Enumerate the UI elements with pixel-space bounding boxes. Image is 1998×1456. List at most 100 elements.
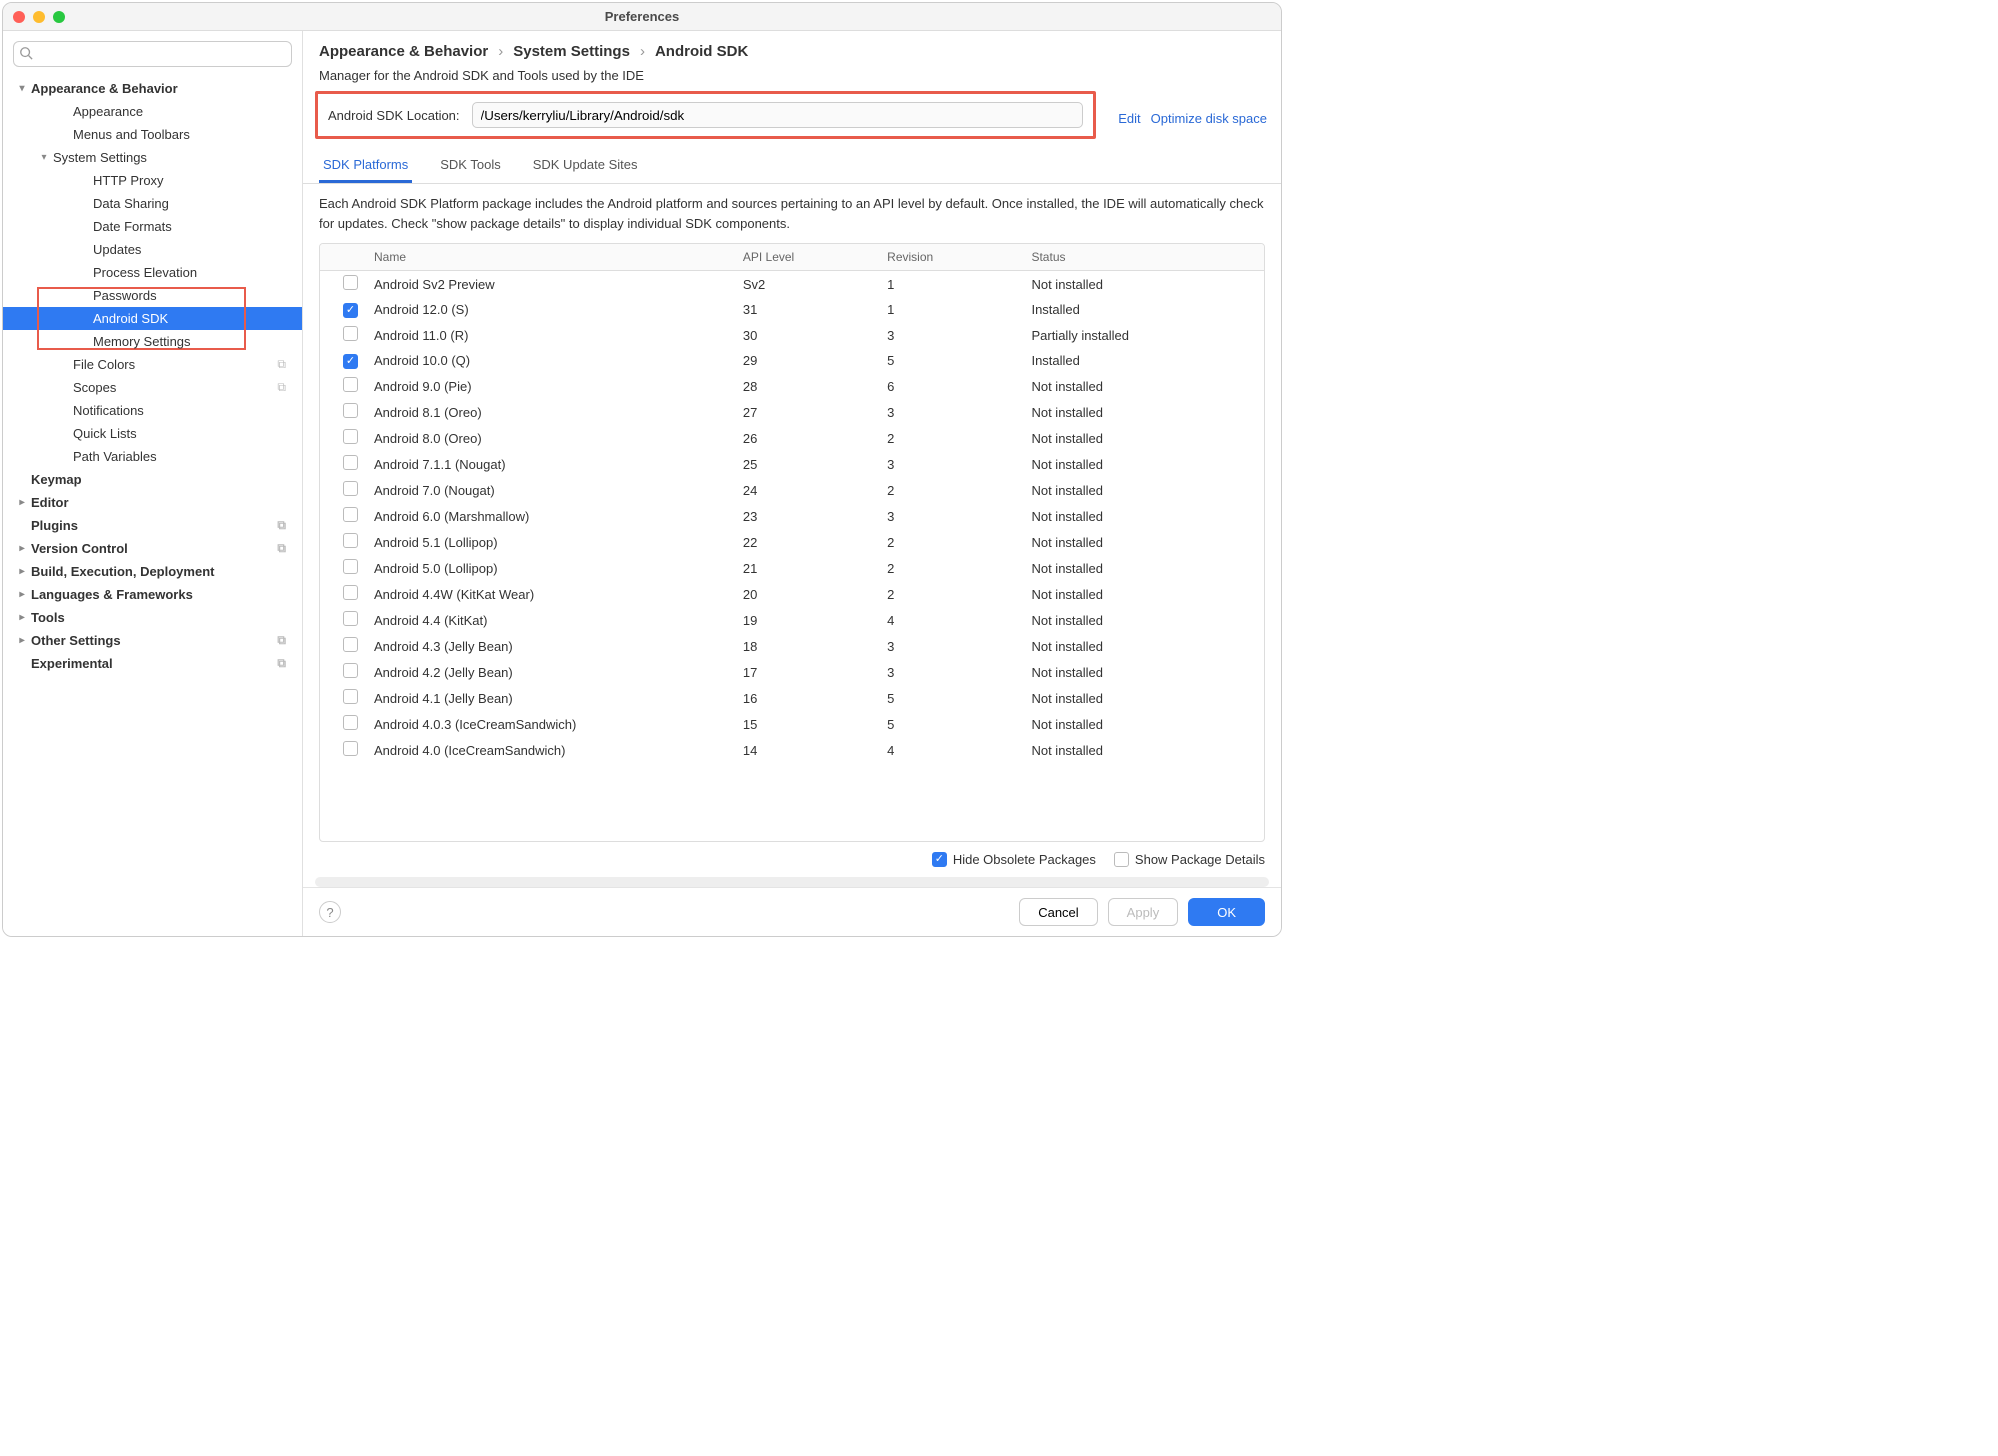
edit-link[interactable]: Edit: [1118, 111, 1140, 126]
checkbox-icon[interactable]: [343, 429, 358, 444]
chevron-right-icon[interactable]: ▸: [15, 612, 29, 623]
sidebar-item-version-control[interactable]: ▸Version Control⧉: [3, 537, 302, 560]
table-row[interactable]: Android 4.3 (Jelly Bean)183Not installed: [320, 633, 1264, 659]
sidebar-item-passwords[interactable]: Passwords: [3, 284, 302, 307]
table-row[interactable]: Android 5.0 (Lollipop)212Not installed: [320, 555, 1264, 581]
chevron-right-icon[interactable]: ▸: [15, 566, 29, 577]
tab-sdk-platforms[interactable]: SDK Platforms: [319, 149, 412, 183]
table-row[interactable]: Android 4.0.3 (IceCreamSandwich)155Not i…: [320, 711, 1264, 737]
cancel-button[interactable]: Cancel: [1019, 898, 1097, 926]
sidebar-item-data-sharing[interactable]: Data Sharing: [3, 192, 302, 215]
sidebar-item-date-formats[interactable]: Date Formats: [3, 215, 302, 238]
sidebar-item-file-colors[interactable]: File Colors⧉: [3, 353, 302, 376]
checkbox-icon[interactable]: [343, 741, 358, 756]
table-row[interactable]: Android 5.1 (Lollipop)222Not installed: [320, 529, 1264, 555]
tab-sdk-update-sites[interactable]: SDK Update Sites: [529, 149, 642, 183]
table-row[interactable]: Android 4.2 (Jelly Bean)173Not installed: [320, 659, 1264, 685]
sidebar-item-notifications[interactable]: Notifications: [3, 399, 302, 422]
checkbox-icon[interactable]: [343, 481, 358, 496]
sidebar-item-path-variables[interactable]: Path Variables: [3, 445, 302, 468]
checkbox-icon[interactable]: [343, 533, 358, 548]
table-row[interactable]: Android 9.0 (Pie)286Not installed: [320, 373, 1264, 399]
sidebar-tree[interactable]: ▾Appearance & BehaviorAppearanceMenus an…: [3, 77, 302, 936]
table-row[interactable]: Android 7.0 (Nougat)242Not installed: [320, 477, 1264, 503]
col-status[interactable]: Status: [1023, 244, 1264, 270]
apply-button[interactable]: Apply: [1108, 898, 1179, 926]
tabs: SDK Platforms SDK Tools SDK Update Sites: [303, 149, 1281, 184]
tab-sdk-tools[interactable]: SDK Tools: [436, 149, 504, 183]
chevron-down-icon[interactable]: ▾: [37, 152, 51, 163]
table-row[interactable]: Android 4.1 (Jelly Bean)165Not installed: [320, 685, 1264, 711]
checkbox-icon[interactable]: [343, 559, 358, 574]
col-api-level[interactable]: API Level: [735, 244, 879, 270]
table-body[interactable]: Android Sv2 PreviewSv21Not installedAndr…: [320, 271, 1264, 841]
col-revision[interactable]: Revision: [879, 244, 1023, 270]
table-row[interactable]: Android 4.0 (IceCreamSandwich)144Not ins…: [320, 737, 1264, 763]
crumb-1[interactable]: Appearance & Behavior: [319, 43, 488, 60]
checkbox-icon[interactable]: [343, 303, 358, 318]
sidebar-item-plugins[interactable]: Plugins⧉: [3, 514, 302, 537]
sidebar-item-keymap[interactable]: Keymap: [3, 468, 302, 491]
checkbox-icon[interactable]: [343, 275, 358, 290]
cell-api-level: 30: [735, 326, 879, 345]
table-row[interactable]: Android 4.4 (KitKat)194Not installed: [320, 607, 1264, 633]
sidebar-item-memory-settings[interactable]: Memory Settings: [3, 330, 302, 353]
checkbox-icon[interactable]: [343, 689, 358, 704]
table-row[interactable]: Android 7.1.1 (Nougat)253Not installed: [320, 451, 1264, 477]
sidebar-item-build-execution-deployment[interactable]: ▸Build, Execution, Deployment: [3, 560, 302, 583]
checkbox-icon[interactable]: [343, 663, 358, 678]
sidebar-item-tools[interactable]: ▸Tools: [3, 606, 302, 629]
chevron-right-icon[interactable]: ▸: [15, 497, 29, 508]
sidebar-item-menus-and-toolbars[interactable]: Menus and Toolbars: [3, 123, 302, 146]
sdk-location-input[interactable]: [472, 102, 1084, 128]
chevron-right-icon[interactable]: ▸: [15, 589, 29, 600]
hide-obsolete-checkbox[interactable]: Hide Obsolete Packages: [932, 852, 1096, 867]
table-row[interactable]: Android 12.0 (S)311Installed: [320, 297, 1264, 322]
table-row[interactable]: Android 8.1 (Oreo)273Not installed: [320, 399, 1264, 425]
checkbox-icon[interactable]: [343, 715, 358, 730]
sidebar-item-label: Notifications: [71, 403, 144, 418]
table-row[interactable]: Android Sv2 PreviewSv21Not installed: [320, 271, 1264, 297]
cell-revision: 6: [879, 377, 1023, 396]
chevron-right-icon[interactable]: ▸: [15, 543, 29, 554]
show-details-checkbox[interactable]: Show Package Details: [1114, 852, 1265, 867]
col-name[interactable]: Name: [366, 244, 735, 270]
sidebar-item-appearance[interactable]: Appearance: [3, 100, 302, 123]
sidebar-item-process-elevation[interactable]: Process Elevation: [3, 261, 302, 284]
table-row[interactable]: Android 6.0 (Marshmallow)233Not installe…: [320, 503, 1264, 529]
sidebar-item-other-settings[interactable]: ▸Other Settings⧉: [3, 629, 302, 652]
cell-api-level: 21: [735, 559, 879, 578]
cell-name: Android 4.0.3 (IceCreamSandwich): [366, 715, 735, 734]
table-row[interactable]: Android 10.0 (Q)295Installed: [320, 348, 1264, 373]
search-input[interactable]: [13, 41, 292, 67]
sidebar-item-quick-lists[interactable]: Quick Lists: [3, 422, 302, 445]
sidebar-item-languages-frameworks[interactable]: ▸Languages & Frameworks: [3, 583, 302, 606]
checkbox-icon[interactable]: [343, 455, 358, 470]
checkbox-icon[interactable]: [343, 637, 358, 652]
checkbox-icon[interactable]: [343, 611, 358, 626]
sidebar-item-experimental[interactable]: Experimental⧉: [3, 652, 302, 675]
chevron-right-icon[interactable]: ▸: [15, 635, 29, 646]
chevron-down-icon[interactable]: ▾: [15, 83, 29, 94]
table-row[interactable]: Android 8.0 (Oreo)262Not installed: [320, 425, 1264, 451]
checkbox-icon[interactable]: [343, 403, 358, 418]
optimize-disk-link[interactable]: Optimize disk space: [1151, 111, 1267, 126]
sidebar-item-scopes[interactable]: Scopes⧉: [3, 376, 302, 399]
sidebar-item-appearance-behavior[interactable]: ▾Appearance & Behavior: [3, 77, 302, 100]
sidebar-item-system-settings[interactable]: ▾System Settings: [3, 146, 302, 169]
ok-button[interactable]: OK: [1188, 898, 1265, 926]
crumb-2[interactable]: System Settings: [513, 43, 630, 60]
table-row[interactable]: Android 11.0 (R)303Partially installed: [320, 322, 1264, 348]
sidebar-item-editor[interactable]: ▸Editor: [3, 491, 302, 514]
checkbox-icon[interactable]: [343, 585, 358, 600]
sidebar-item-android-sdk[interactable]: Android SDK: [3, 307, 302, 330]
checkbox-icon[interactable]: [343, 507, 358, 522]
help-icon[interactable]: ?: [319, 901, 341, 923]
sidebar-item-http-proxy[interactable]: HTTP Proxy: [3, 169, 302, 192]
horizontal-scrollbar[interactable]: [315, 877, 1269, 887]
sidebar-item-updates[interactable]: Updates: [3, 238, 302, 261]
checkbox-icon[interactable]: [343, 354, 358, 369]
checkbox-icon[interactable]: [343, 377, 358, 392]
checkbox-icon[interactable]: [343, 326, 358, 341]
table-row[interactable]: Android 4.4W (KitKat Wear)202Not install…: [320, 581, 1264, 607]
